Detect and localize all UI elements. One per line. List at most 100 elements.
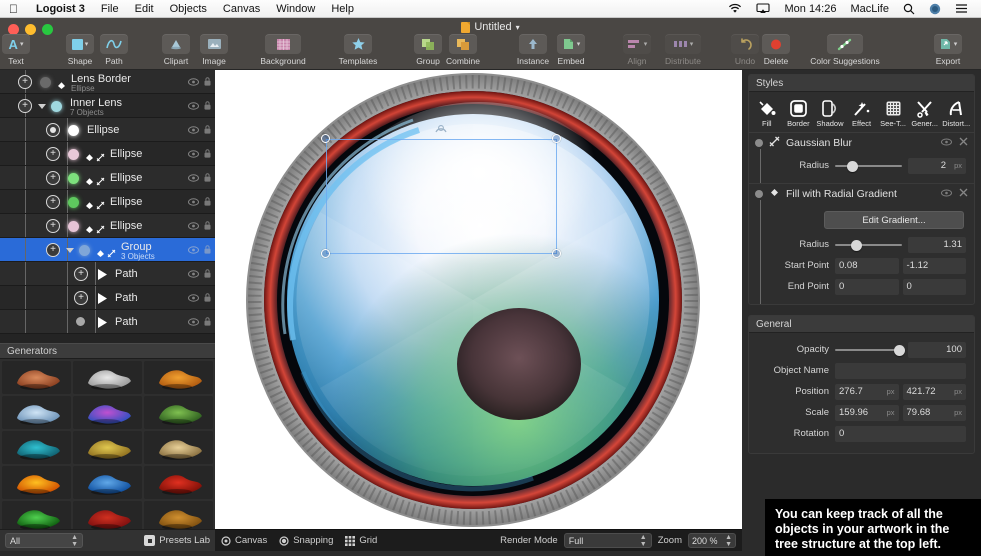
layer-row[interactable]: + Ellipse xyxy=(0,142,215,166)
layer-row-actions[interactable] xyxy=(188,77,211,86)
generators-grid[interactable] xyxy=(0,359,215,536)
effect-slider[interactable] xyxy=(835,158,902,174)
layer-row-actions[interactable] xyxy=(188,221,211,230)
generators-filter-select[interactable]: All ▲ ▼ xyxy=(5,533,83,548)
toolbar-button-text[interactable]: A ▾ Text xyxy=(0,34,38,66)
layer-row-actions[interactable] xyxy=(188,197,211,206)
presets-lab-button[interactable]: Presets Lab xyxy=(144,535,210,546)
layer-row[interactable]: + Inner Lens 7 Objects xyxy=(0,94,215,118)
layer-node-add[interactable]: + xyxy=(46,147,60,161)
menu-item-edit[interactable]: Edit xyxy=(127,3,162,15)
layer-row[interactable]: Ellipse xyxy=(0,118,215,142)
generator-preset[interactable] xyxy=(73,431,142,464)
layer-node-ring[interactable] xyxy=(46,123,60,137)
layer-expander-icon[interactable] xyxy=(38,104,46,109)
toolbar-button-combine[interactable]: Combine xyxy=(441,34,485,66)
toolbar-button-templates[interactable]: Templates xyxy=(336,34,380,66)
document-chevron-icon[interactable]: ▾ xyxy=(516,23,520,32)
toolbar-button-background[interactable]: Background xyxy=(243,34,323,66)
search-icon[interactable] xyxy=(896,2,922,14)
generator-preset[interactable] xyxy=(73,396,142,429)
menu-item-file[interactable]: File xyxy=(93,3,127,15)
style-button-gener[interactable]: Gener... xyxy=(909,97,941,128)
menu-item-help[interactable]: Help xyxy=(323,3,362,15)
toolbar-button-export[interactable]: ▾ Export xyxy=(926,34,970,66)
menu-item-app[interactable]: Logoist 3 xyxy=(28,3,93,15)
style-button-distort[interactable]: Distort... xyxy=(940,97,972,128)
toolbar-button-color-suggestions[interactable]: Color Suggestions xyxy=(805,34,885,66)
wifi-icon[interactable] xyxy=(721,3,749,15)
selection-handle-bottom-right[interactable] xyxy=(552,249,561,258)
edit-gradient-button[interactable]: Edit Gradient... xyxy=(824,211,964,229)
layer-row-actions[interactable] xyxy=(188,149,211,158)
effect-field-value-y[interactable]: 0 xyxy=(902,278,966,295)
document-title-bar[interactable]: Untitled ▾ xyxy=(0,21,981,33)
selection-bounding-box[interactable] xyxy=(321,134,561,258)
layer-tree[interactable]: + Lens Border Ellipse + Inner Lens 7 Objects E… xyxy=(0,70,215,343)
layer-row-actions[interactable] xyxy=(188,293,211,302)
scale-x-input[interactable]: 159.96 px xyxy=(835,404,899,421)
apple-menu-icon[interactable]:  xyxy=(0,3,28,15)
menu-item-canvas[interactable]: Canvas xyxy=(215,3,268,15)
position-x-input[interactable]: 276.7 px xyxy=(835,383,899,400)
layer-row-actions[interactable] xyxy=(188,269,211,278)
effect-header[interactable]: Fill with Radial Gradient xyxy=(749,184,974,204)
render-mode-select[interactable]: Full ▲ ▼ xyxy=(563,533,652,548)
toolbar-button-distribute[interactable]: ▾ Distribute xyxy=(643,34,723,66)
canvas-page[interactable] xyxy=(215,70,742,529)
effect-remove-button[interactable] xyxy=(959,137,968,149)
opacity-slider[interactable] xyxy=(835,342,905,358)
layer-node-dot[interactable] xyxy=(76,317,85,326)
menubar-clock[interactable]: Mon 14:26 xyxy=(777,3,843,15)
effect-field-value-x[interactable]: 0.08 xyxy=(835,257,899,274)
control-center-icon[interactable] xyxy=(948,3,975,15)
generator-preset[interactable] xyxy=(2,466,71,499)
effect-visibility-toggle[interactable] xyxy=(941,137,952,149)
layer-row[interactable]: + Ellipse xyxy=(0,214,215,238)
generator-preset[interactable] xyxy=(144,466,213,499)
selection-handle-bottom-left[interactable] xyxy=(321,249,330,258)
layer-row[interactable]: + Path xyxy=(0,286,215,310)
object-name-input[interactable] xyxy=(835,362,966,379)
layer-node-add[interactable]: + xyxy=(18,99,32,113)
layer-row[interactable]: + Group 3 Objects xyxy=(0,238,215,262)
layer-row-actions[interactable] xyxy=(188,317,211,326)
canvas-area[interactable]: Canvas Snapping Grid Render Mode Full ▲ ▼… xyxy=(215,70,742,551)
style-icon-row[interactable]: Fill Border Shadow Effect See-T... Gener... Di… xyxy=(749,92,974,133)
rotation-input[interactable]: 0 xyxy=(835,425,966,442)
generator-preset[interactable] xyxy=(144,431,213,464)
layer-row-actions[interactable] xyxy=(188,245,211,254)
layer-row-actions[interactable] xyxy=(188,101,211,110)
generator-preset[interactable] xyxy=(144,396,213,429)
layer-row[interactable]: Path xyxy=(0,310,215,334)
style-button-effect[interactable]: Effect xyxy=(846,97,878,128)
layer-row[interactable]: + Ellipse xyxy=(0,190,215,214)
effect-field-value-y[interactable]: -1.12 xyxy=(902,257,966,274)
style-button-fill[interactable]: Fill xyxy=(751,97,783,128)
layer-node-add[interactable]: + xyxy=(74,291,88,305)
effect-field-value[interactable]: 1.31 xyxy=(908,236,966,253)
effect-enable-dot[interactable] xyxy=(755,139,763,147)
toolbar-button-path[interactable]: Path xyxy=(92,34,136,66)
toolbar-button-image[interactable]: Image xyxy=(192,34,236,66)
status-grid-toggle[interactable]: Grid xyxy=(345,535,377,546)
style-button-border[interactable]: Border xyxy=(783,97,815,128)
layer-row-actions[interactable] xyxy=(188,173,211,182)
siri-icon[interactable] xyxy=(922,2,948,14)
effect-remove-button[interactable] xyxy=(959,188,968,200)
generator-preset[interactable] xyxy=(73,361,142,394)
airplay-icon[interactable] xyxy=(749,3,777,15)
layer-row[interactable]: + Path xyxy=(0,262,215,286)
style-button-shadow[interactable]: Shadow xyxy=(814,97,846,128)
generator-preset[interactable] xyxy=(2,431,71,464)
effect-slider[interactable] xyxy=(835,237,902,253)
effect-field-value-x[interactable]: 0 xyxy=(835,278,899,295)
scale-y-input[interactable]: 79.68 px xyxy=(902,404,966,421)
layer-node-add[interactable]: + xyxy=(18,75,32,89)
layer-expander-icon[interactable] xyxy=(66,248,74,253)
generator-preset[interactable] xyxy=(2,361,71,394)
layer-row[interactable]: + Lens Border Ellipse xyxy=(0,70,215,94)
layer-row[interactable]: + Ellipse xyxy=(0,166,215,190)
toolbar-button-delete[interactable]: Delete xyxy=(754,34,798,66)
rotation-handle-icon[interactable] xyxy=(434,122,448,134)
